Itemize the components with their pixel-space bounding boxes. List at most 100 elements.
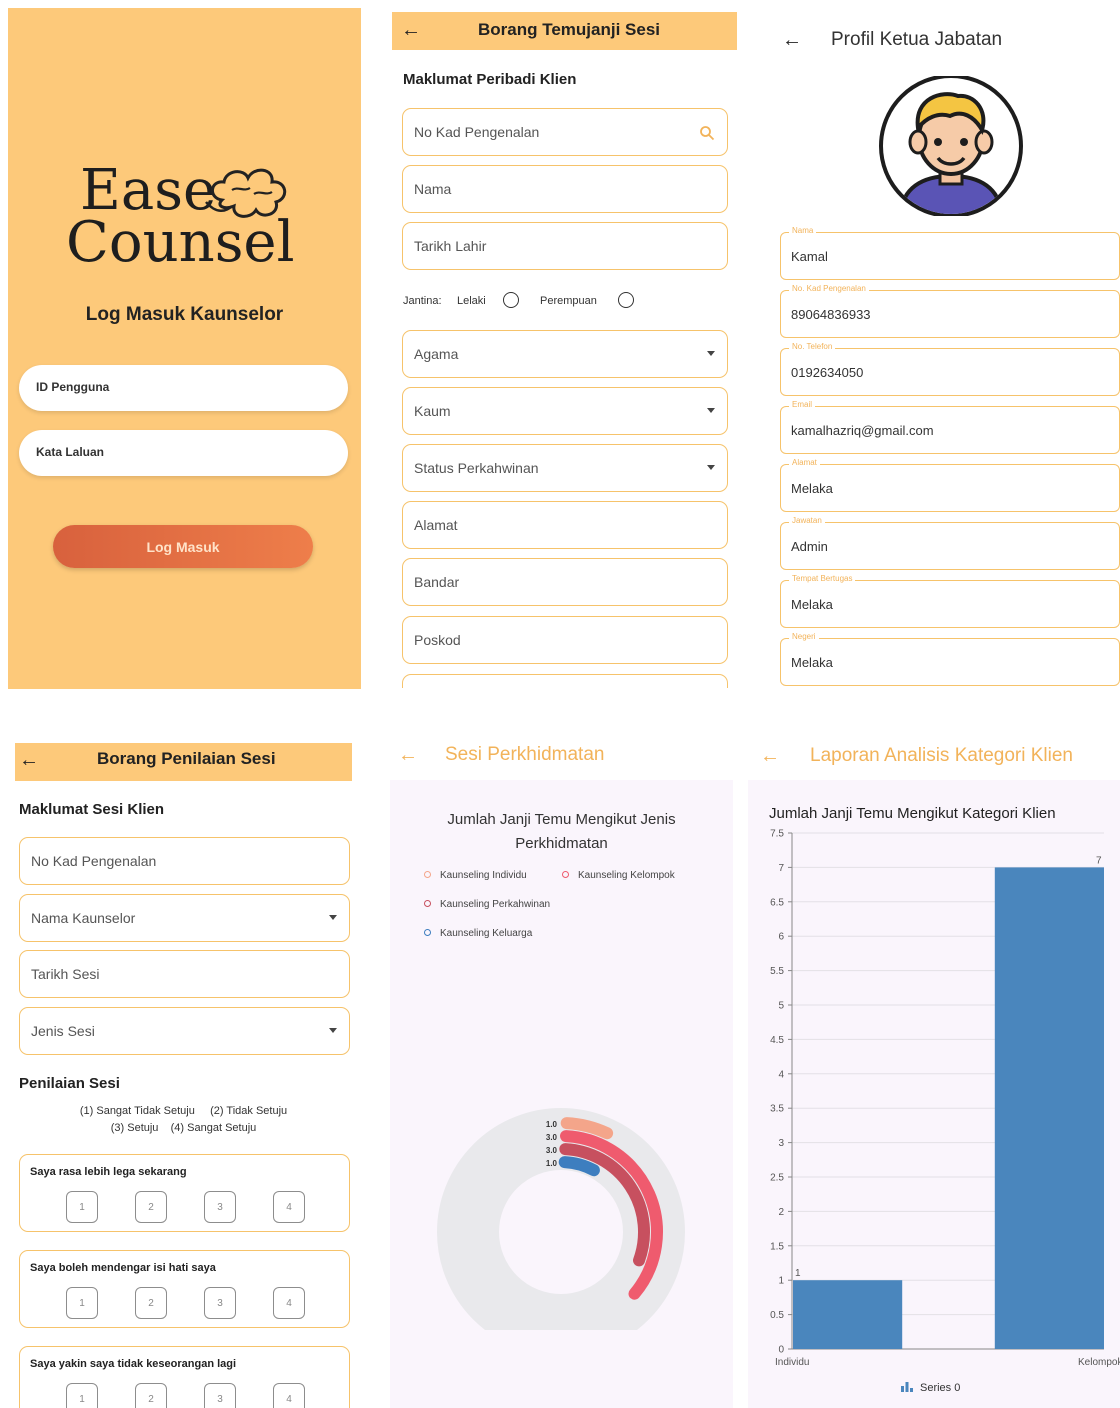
rating-scale-line2: (3) Setuju (4) Sangat Setuju — [110, 1122, 257, 1134]
gender-male-radio[interactable] — [503, 292, 519, 308]
back-arrow-icon[interactable]: ← — [401, 20, 421, 40]
gender-female-label: Perempuan — [540, 295, 597, 307]
services-screen: ← Sesi Perkhidmatan Jumlah Janji Temu Me… — [390, 735, 733, 1408]
profile-label: No. Telefon — [789, 342, 836, 351]
session-info-section-title: Maklumat Sesi Klien — [19, 801, 165, 818]
legend-item: Kaunseling Individu — [424, 870, 527, 881]
question-card: Saya boleh mendengar isi hati saya 1 2 3… — [19, 1250, 350, 1328]
next-field-partial[interactable] — [402, 674, 728, 688]
gender-male-label: Lelaki — [457, 295, 486, 307]
rating-option-2[interactable]: 2 — [135, 1383, 167, 1408]
eval-ic-placeholder: No Kad Pengenalan — [31, 853, 157, 869]
address-field[interactable]: Alamat — [402, 501, 728, 549]
evaluation-app-bar: ← Borang Penilaian Sesi — [15, 743, 352, 781]
session-type-dropdown[interactable]: Jenis Sesi — [19, 1007, 350, 1055]
profile-field-position[interactable]: Jawatan Admin — [780, 516, 1120, 570]
y-tick-label: 6.5 — [770, 897, 784, 908]
profile-field-phone[interactable]: No. Telefon 0192634050 — [780, 342, 1120, 396]
back-arrow-icon[interactable]: ← — [760, 746, 780, 766]
logo-text-counsel: Counsel — [66, 210, 295, 275]
y-tick-label: 0 — [778, 1345, 784, 1356]
data-label: 1.0 — [546, 1120, 558, 1129]
name-placeholder: Nama — [414, 181, 452, 197]
appointment-form-title: Borang Temujanji Sesi — [478, 20, 661, 39]
profile-screen: ← Profil Ketua Jabatan Nama Kamal No. Kad… — [770, 8, 1120, 690]
name-field[interactable]: Nama — [402, 165, 728, 213]
login-screen: Ease Counsel Log Masuk Kaunselor ID Peng… — [8, 8, 361, 689]
user-id-label: ID Pengguna — [36, 380, 110, 394]
back-arrow-icon[interactable]: ← — [782, 30, 802, 50]
legend-item: Kaunseling Kelompok — [562, 870, 675, 881]
profile-value: Melaka — [791, 597, 833, 612]
profile-label: Jawatan — [789, 516, 825, 525]
report-chart-card: Jumlah Janji Temu Mengikut Kategori Klie… — [748, 780, 1120, 1408]
appointment-app-bar: ← Borang Temujanji Sesi — [392, 12, 737, 50]
rating-option-4[interactable]: 4 — [273, 1287, 305, 1319]
chart-legend: Series 0 — [900, 1380, 960, 1394]
y-tick-label: 0.5 — [770, 1310, 784, 1321]
y-tick-label: 1.5 — [770, 1241, 784, 1252]
profile-field-workplace[interactable]: Tempat Bertugas Melaka — [780, 574, 1120, 628]
chevron-down-icon — [707, 408, 715, 413]
gender-label: Jantina: — [403, 295, 442, 307]
back-arrow-icon[interactable]: ← — [19, 750, 39, 770]
bar — [994, 867, 1104, 1349]
rating-option-1[interactable]: 1 — [66, 1383, 98, 1408]
session-date-field[interactable]: Tarikh Sesi — [19, 950, 350, 998]
religion-dropdown[interactable]: Agama — [402, 330, 728, 378]
dob-field[interactable]: Tarikh Lahir — [402, 222, 728, 270]
marital-status-dropdown[interactable]: Status Perkahwinan — [402, 444, 728, 492]
question-text: Saya rasa lebih lega sekarang — [30, 1166, 187, 1178]
rating-option-4[interactable]: 4 — [273, 1383, 305, 1408]
x-tick-label: Individu — [775, 1357, 809, 1368]
services-chart-card: Jumlah Janji Temu Mengikut Jenis Perkhid… — [390, 780, 733, 1408]
ic-number-placeholder: No Kad Pengenalan — [414, 124, 540, 140]
counselor-dropdown[interactable]: Nama Kaunselor — [19, 894, 350, 942]
login-button[interactable]: Log Masuk — [53, 525, 313, 568]
y-tick-label: 2.5 — [770, 1173, 784, 1184]
chevron-down-icon — [329, 1028, 337, 1033]
chevron-down-icon — [707, 465, 715, 470]
session-date-placeholder: Tarikh Sesi — [31, 966, 100, 982]
search-icon[interactable] — [699, 125, 715, 141]
profile-field-state[interactable]: Negeri Melaka — [780, 632, 1120, 686]
race-dropdown[interactable]: Kaum — [402, 387, 728, 435]
rating-option-3[interactable]: 3 — [204, 1383, 236, 1408]
rating-option-4[interactable]: 4 — [273, 1191, 305, 1223]
legend-marker-icon — [562, 871, 569, 878]
rating-option-1[interactable]: 1 — [66, 1287, 98, 1319]
profile-field-email[interactable]: Email kamalhazriq@gmail.com — [780, 400, 1120, 454]
radial-bar-chart: 1.0 3.0 3.0 1.0 — [437, 1108, 685, 1330]
legend-marker-icon — [424, 900, 431, 907]
back-arrow-icon[interactable]: ← — [398, 745, 418, 765]
rating-option-2[interactable]: 2 — [135, 1191, 167, 1223]
rating-option-2[interactable]: 2 — [135, 1287, 167, 1319]
profile-field-ic[interactable]: No. Kad Pengenalan 89064836933 — [780, 284, 1120, 338]
bar-chart: 0 0.5 1 1.5 2 2.5 3 3.5 4 4.5 5 5.5 6 6.5 7 7.5 1 Individ… — [770, 829, 1120, 1369]
legend-label: Kaunseling Individu — [440, 870, 527, 881]
rating-option-3[interactable]: 3 — [204, 1287, 236, 1319]
user-id-field[interactable]: ID Pengguna — [19, 365, 348, 411]
race-placeholder: Kaum — [414, 403, 451, 419]
password-label: Kata Laluan — [36, 445, 105, 459]
y-tick-label: 2 — [778, 1207, 784, 1218]
eval-ic-field[interactable]: No Kad Pengenalan — [19, 837, 350, 885]
postcode-field[interactable]: Poskod — [402, 616, 728, 664]
chevron-down-icon — [707, 351, 715, 356]
services-chart-title-1: Jumlah Janji Temu Mengikut Jenis — [447, 811, 676, 828]
login-button-label: Log Masuk — [146, 538, 220, 555]
rating-option-1[interactable]: 1 — [66, 1191, 98, 1223]
counselor-placeholder: Nama Kaunselor — [31, 910, 136, 926]
profile-field-address[interactable]: Alamat Melaka — [780, 458, 1120, 512]
city-field[interactable]: Bandar — [402, 558, 728, 606]
rating-option-3[interactable]: 3 — [204, 1191, 236, 1223]
question-text: Saya yakin saya tidak keseorangan lagi — [30, 1358, 237, 1370]
profile-value: Melaka — [791, 655, 833, 670]
legend-marker-icon — [424, 871, 431, 878]
gender-female-radio[interactable] — [618, 292, 634, 308]
profile-field-name[interactable]: Nama Kamal — [780, 226, 1120, 280]
ic-number-field[interactable]: No Kad Pengenalan — [402, 108, 728, 156]
password-field[interactable]: Kata Laluan — [19, 430, 348, 476]
y-tick-label: 5.5 — [770, 966, 784, 977]
profile-label: Negeri — [789, 632, 819, 641]
